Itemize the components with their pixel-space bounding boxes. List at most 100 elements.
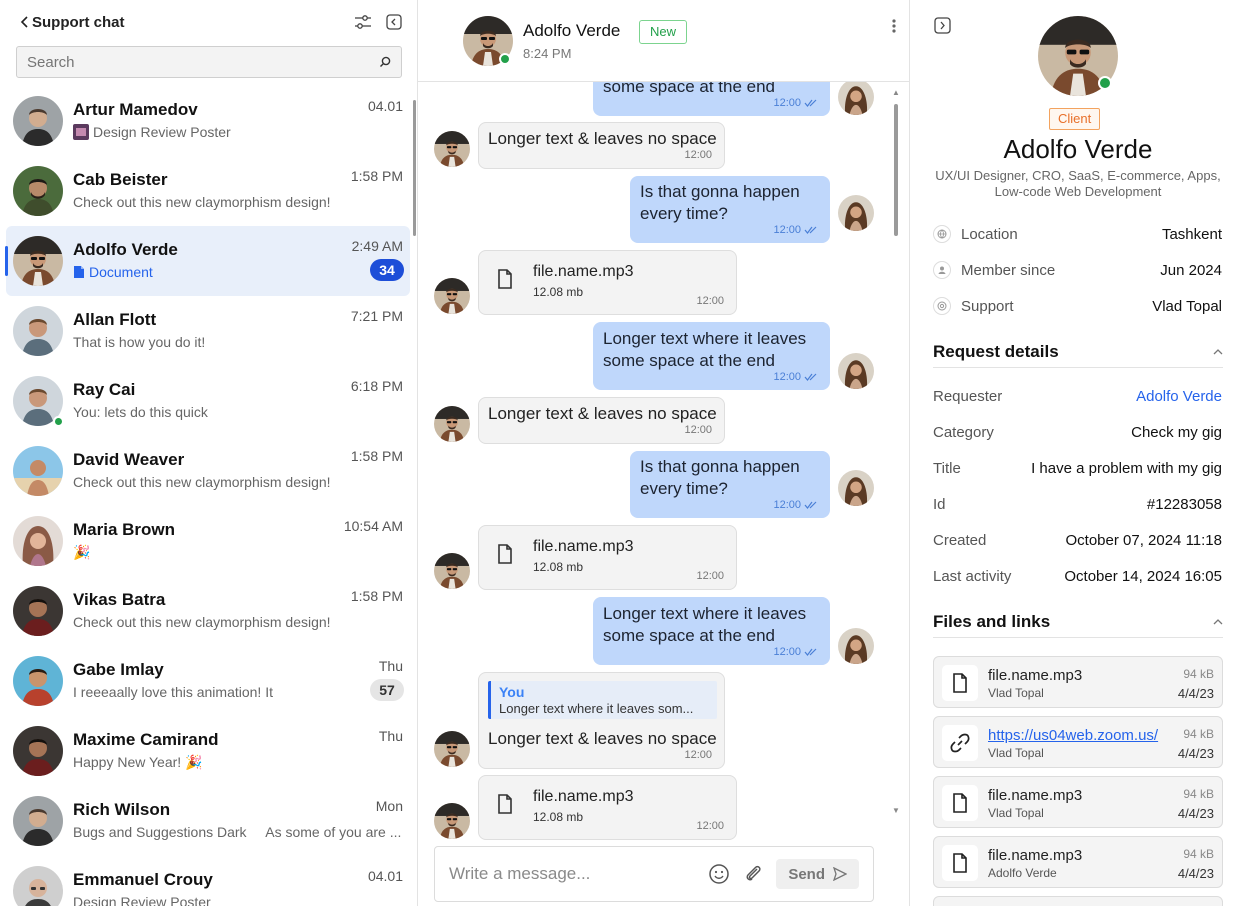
read-check-icon [804,373,817,381]
file-card[interactable] [933,896,1223,906]
reply-author: You [499,684,525,700]
request-value: I have a problem with my gig [1031,459,1222,477]
more-vertical-icon[interactable] [892,18,896,34]
quoted-reply[interactable]: You Longer text where it leaves som... [488,681,717,719]
search-icon[interactable] [379,56,391,68]
chat-time: 1:58 PM [350,168,403,184]
chat-list-item-active[interactable]: Adolfo Verde 2:49 AM Document 34 [5,226,410,296]
message-input[interactable] [449,864,697,884]
message-outgoing[interactable]: Is that gonna happen every time? 12:00 [630,176,830,243]
message-outgoing[interactable]: Longer text where it leaves some space a… [593,597,830,665]
request-details-header[interactable]: Request details [933,336,1223,368]
message-outgoing[interactable]: some space at the end 12:00 [593,82,830,116]
unread-badge: 34 [370,259,404,281]
chat-list-item[interactable]: Maxime Camirand Thu Happy New Year! 🎉 [6,716,410,786]
chat-list-item[interactable]: Allan Flott 7:21 PM That is how you do i… [6,296,410,366]
link-url[interactable]: https://us04web.zoom.us/ [988,727,1158,744]
chat-preview-text: That is how you do it! [73,334,206,350]
search-box [16,46,402,78]
info-member-since: Member since Jun 2024 [933,260,1222,280]
request-label: Last activity [933,567,1012,585]
globe-icon [933,225,951,243]
send-button[interactable]: Send [776,859,859,889]
chat-list-item[interactable]: Ray Cai 6:18 PM You: lets do this quick [6,366,410,436]
search-input[interactable] [27,53,379,71]
message-incoming[interactable]: Longer text & leaves no space 12:00 [478,397,725,444]
file-card[interactable]: file.name.mp3 Vlad Topal 94 kB 4/4/23 [933,656,1223,708]
link-card[interactable]: https://us04web.zoom.us/ Vlad Topal 94 k… [933,716,1223,768]
scroll-down-arrow-icon[interactable]: ▼ [892,806,900,815]
file-icon [497,269,513,289]
files-links-header[interactable]: Files and links [933,606,1223,638]
avatar [434,731,470,767]
avatar [13,166,63,216]
file-size: 94 kB [1183,787,1214,801]
chevron-up-icon[interactable] [1213,618,1223,625]
file-card[interactable]: file.name.mp3 Vlad Topal 94 kB 4/4/23 [933,776,1223,828]
chat-preview: Design Review Poster [73,894,403,906]
message-time: 12:00 [773,92,818,114]
chat-list-item[interactable]: Artur Mamedov 04.01 Design Review Poster [6,86,410,156]
file-name: file.name.mp3 [533,263,634,280]
info-value: Vlad Topal [1152,297,1222,315]
chat-list-item[interactable]: Rich Wilson Mon Bugs and Suggestions Dar… [6,786,410,856]
chat-list-item[interactable]: Vikas Batra 1:58 PM Check out this new c… [6,576,410,646]
chat-name: David Weaver [73,450,185,469]
request-value: #12283058 [1146,495,1222,513]
message-scrollbar[interactable] [894,104,898,236]
chat-preview-text: I reeeaally love this animation! It [73,684,273,700]
message-list: some space at the end 12:00 Longer text … [418,82,910,842]
link-icon [942,725,978,761]
file-card[interactable]: file.name.mp3 Adolfo Verde 94 kB 4/4/23 [933,836,1223,888]
message-time: 12:00 [773,219,818,241]
filter-sliders-icon[interactable] [354,15,372,29]
chat-list-item[interactable]: Emmanuel Crouy 04.01 Design Review Poste… [6,856,410,906]
chat-list-scrollbar[interactable] [413,100,416,236]
chat-preview: I reeeaally love this animation! It [73,684,403,700]
read-check-icon [804,226,817,234]
scroll-up-arrow-icon[interactable]: ▲ [892,88,900,97]
attach-paperclip-icon[interactable] [742,863,764,885]
chevron-up-icon[interactable] [1213,348,1223,355]
conversation-name: Adolfo Verde [523,21,621,40]
chat-list-item[interactable]: Cab Beister 1:58 PM Check out this new c… [6,156,410,226]
collapse-panel-icon[interactable] [386,14,402,30]
request-value: October 07, 2024 11:18 [1065,531,1222,549]
chat-preview-text: You: lets do this quick [73,404,208,420]
avatar [13,306,63,356]
file-message[interactable]: file.name.mp3 12.08 mb 12:00 [478,775,737,840]
chat-list-item[interactable]: Maria Brown 10:54 AM 🎉 [6,506,410,576]
message-incoming[interactable]: Longer text & leaves no space 12:00 [478,122,725,169]
expand-panel-icon[interactable] [934,17,951,34]
chat-name: Gabe Imlay [73,660,164,679]
message-incoming-reply[interactable]: You Longer text where it leaves som... L… [478,672,725,769]
file-message[interactable]: file.name.mp3 12.08 mb 12:00 [478,525,737,590]
file-date: 4/4/23 [1177,746,1214,761]
chat-name: Maxime Camirand [73,730,219,749]
section-title: Files and links [933,611,1051,631]
file-message[interactable]: file.name.mp3 12.08 mb 12:00 [478,250,737,315]
chat-preview: That is how you do it! [73,334,403,350]
request-label: Created [933,531,987,549]
chat-preview-text: Check out this new claymorphism design! [73,194,331,210]
conversation-header: Adolfo Verde New 8:24 PM [418,0,909,82]
time-text: 12:00 [773,97,801,109]
requester-link[interactable]: Adolfo Verde [1136,388,1222,405]
avatar [13,446,63,496]
message-outgoing[interactable]: Longer text where it leaves some space a… [593,322,830,390]
chat-list-item[interactable]: Gabe Imlay Thu I reeeaally love this ani… [6,646,410,716]
chevron-left-icon[interactable] [18,16,32,28]
request-value: Check my gig [1131,423,1222,441]
user-icon [933,261,951,279]
file-icon [942,665,978,701]
message-time: 12:00 [684,424,712,436]
info-value: Jun 2024 [1160,261,1222,279]
time-text: 12:00 [773,499,801,511]
message-outgoing[interactable]: Is that gonna happen every time? 12:00 [630,451,830,518]
chat-name: Rich Wilson [73,800,171,819]
info-support: Support Vlad Topal [933,296,1222,316]
chat-name: Adolfo Verde [73,240,178,259]
chat-list-item[interactable]: David Weaver 1:58 PM Check out this new … [6,436,410,506]
avatar [434,553,470,589]
emoji-icon[interactable] [708,863,730,885]
